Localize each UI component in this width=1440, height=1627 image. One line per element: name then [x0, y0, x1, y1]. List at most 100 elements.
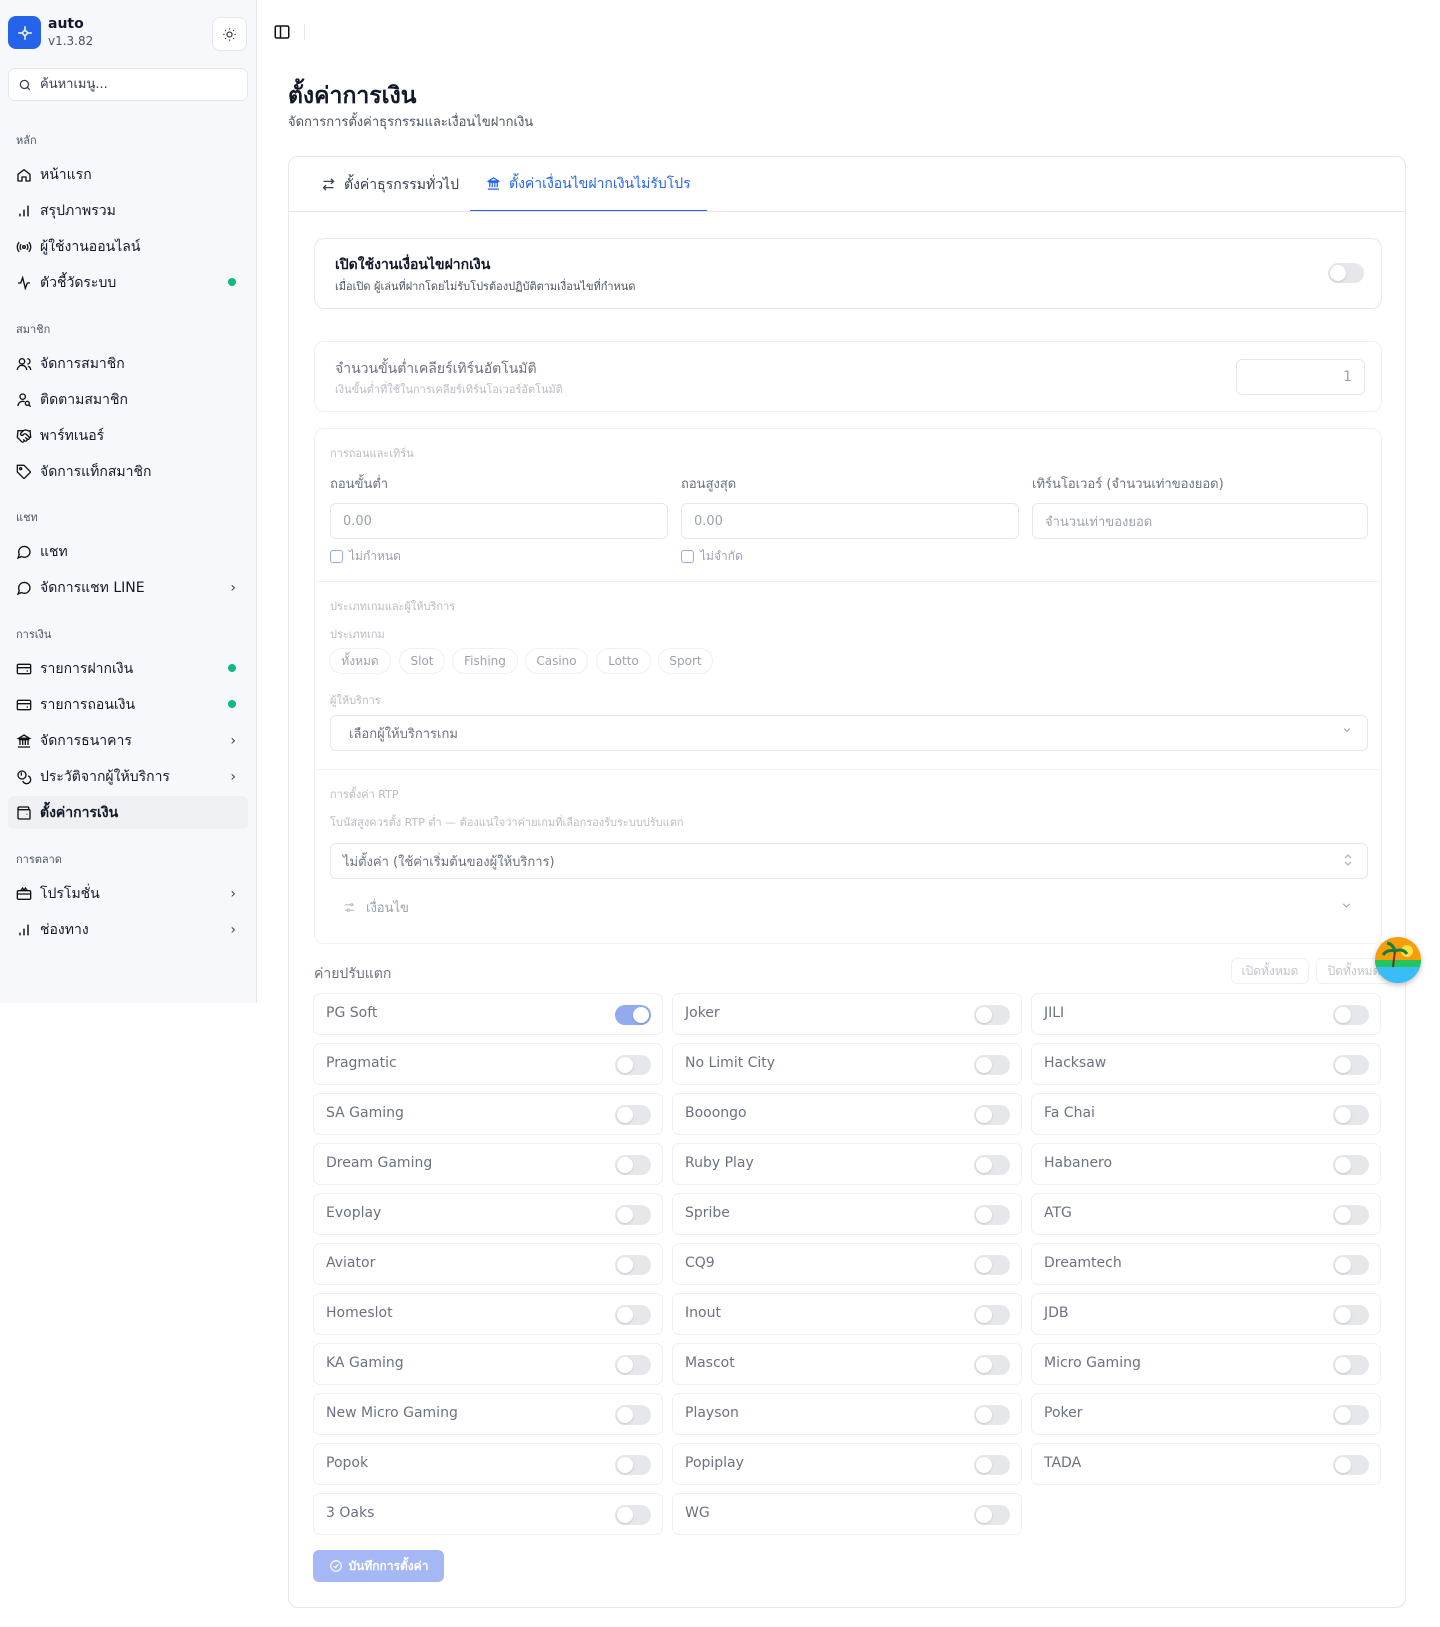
min-clear-input[interactable]: 1	[1236, 359, 1365, 395]
provider-toggle[interactable]	[615, 1155, 651, 1175]
sidebar-toggle-button[interactable]	[272, 22, 292, 42]
sidebar-item-withdrawals[interactable]: รายการถอนเงิน	[8, 688, 248, 721]
no-min-checkbox[interactable]: ไม่กำหนด	[330, 547, 401, 566]
sidebar-item-provider-history[interactable]: ประวัติจากผู้ให้บริการ ›	[8, 760, 248, 793]
provider-toggle[interactable]	[1333, 1405, 1369, 1425]
sidebar-item-home[interactable]: หน้าแรก	[8, 158, 248, 191]
provider-toggle[interactable]	[974, 1455, 1010, 1475]
provider-row: Evoplay	[313, 1193, 663, 1235]
min-withdraw-input[interactable]: 0.00	[330, 503, 668, 539]
sidebar-item-label: จัดการธนาคาร	[40, 732, 132, 749]
provider-toggle[interactable]	[974, 1155, 1010, 1175]
provider-toggle[interactable]	[974, 1305, 1010, 1325]
sidebar-item-online-users[interactable]: ผู้ใช้งานออนไลน์	[8, 230, 248, 263]
section-title-finance: การเงิน	[16, 628, 52, 641]
divider	[315, 769, 1381, 770]
sidebar-item-track-members[interactable]: ติดตามสมาชิก	[8, 383, 248, 416]
game-type-pill[interactable]: Casino	[525, 648, 588, 674]
provider-select-value: เลือกผู้ให้บริการเกม	[349, 726, 458, 742]
sidebar-item-overview[interactable]: สรุปภาพรวม	[8, 194, 248, 227]
provider-toggle[interactable]	[974, 1105, 1010, 1125]
sidebar-item-system-metrics[interactable]: ตัวชี้วัดระบบ	[8, 266, 248, 299]
turnover-input[interactable]: จำนวนเท่าของยอด	[1032, 503, 1368, 539]
sidebar-item-label: ตัวชี้วัดระบบ	[40, 274, 117, 291]
provider-toggle[interactable]	[974, 1205, 1010, 1225]
enable-conditions-toggle[interactable]	[1328, 263, 1364, 283]
provider-toggle[interactable]	[615, 1405, 651, 1425]
brand[interactable]: auto v1.3.82	[8, 16, 93, 49]
chevron-down-icon	[1341, 724, 1353, 740]
sidebar-item-channels[interactable]: ช่องทาง ›	[8, 913, 248, 946]
game-type-pill[interactable]: Fishing	[452, 648, 518, 674]
sidebar-item-deposits[interactable]: รายการฝากเงิน	[8, 652, 248, 685]
provider-name: Mascot	[685, 1355, 735, 1371]
floating-avatar-button[interactable]	[1375, 937, 1421, 983]
save-settings-button[interactable]: บันทึกการตั้งค่า	[313, 1550, 444, 1582]
provider-toggle[interactable]	[974, 1405, 1010, 1425]
settings-card: ตั้งค่าธุรกรรมทั่วไป ตั้งค่าเงื่อนไขฝากเ…	[288, 156, 1406, 1608]
sidebar-item-label: จัดการแชท LINE	[40, 579, 145, 596]
max-withdraw-input[interactable]: 0.00	[681, 503, 1019, 539]
game-type-pill[interactable]: Sport	[658, 648, 713, 674]
conditions-expander[interactable]: เงื่อนไข	[343, 897, 1353, 918]
provider-toggle[interactable]	[1333, 1005, 1369, 1025]
provider-toggle[interactable]	[615, 1105, 651, 1125]
provider-toggle[interactable]	[615, 1355, 651, 1375]
sidebar-item-promotions[interactable]: โปรโมชั่น ›	[8, 877, 248, 910]
provider-toggle[interactable]	[1333, 1305, 1369, 1325]
game-type-pill[interactable]: ทั้งหมด	[329, 648, 391, 674]
game-type-pill[interactable]: Lotto	[596, 648, 651, 674]
provider-toggle[interactable]	[615, 1505, 651, 1525]
provider-toggle[interactable]	[974, 1005, 1010, 1025]
sidebar-item-label: ประวัติจากผู้ให้บริการ	[40, 768, 170, 785]
provider-toggle[interactable]	[1333, 1355, 1369, 1375]
no-max-checkbox[interactable]: ไม่จำกัด	[681, 547, 743, 566]
theme-toggle-button[interactable]	[212, 17, 247, 51]
sidebar-item-line-chat[interactable]: จัดการแชท LINE ›	[8, 571, 248, 604]
provider-row: Hacksaw	[1031, 1043, 1381, 1085]
sidebar-item-label: ช่องทาง	[40, 921, 89, 938]
rtp-select[interactable]: ไม่ตั้งค่า (ใช้ค่าเริ่มต้นของผู้ให้บริกา…	[330, 843, 1368, 879]
provider-name: Spribe	[685, 1205, 730, 1221]
sidebar-item-label: รายการฝากเงิน	[40, 660, 134, 677]
sidebar-item-banks[interactable]: จัดการธนาคาร ›	[8, 724, 248, 757]
provider-toggle[interactable]	[1333, 1055, 1369, 1075]
provider-toggle[interactable]	[615, 1205, 651, 1225]
sidebar-item-member-tags[interactable]: จัดการแท็กสมาชิก	[8, 455, 248, 488]
provider-toggle[interactable]	[974, 1505, 1010, 1525]
provider-row: Popok	[313, 1443, 663, 1485]
provider-toggle[interactable]	[615, 1455, 651, 1475]
provider-toggle[interactable]	[615, 1255, 651, 1275]
provider-toggle[interactable]	[615, 1055, 651, 1075]
provider-toggle[interactable]	[1333, 1455, 1369, 1475]
provider-toggle[interactable]	[1333, 1255, 1369, 1275]
menu-search[interactable]	[8, 68, 248, 101]
provider-row: Ruby Play	[672, 1143, 1022, 1185]
provider-toggle[interactable]	[974, 1055, 1010, 1075]
provider-toggle[interactable]	[1333, 1105, 1369, 1125]
provider-name: Popiplay	[685, 1455, 744, 1471]
search-input[interactable]	[40, 77, 230, 92]
provider-name: KA Gaming	[326, 1355, 404, 1371]
sidebar-item-manage-members[interactable]: จัดการสมาชิก	[8, 347, 248, 380]
enable-all-button[interactable]: เปิดทั้งหมด	[1231, 958, 1309, 984]
tab-general-transactions[interactable]: ตั้งค่าธุรกรรมทั่วไป	[321, 157, 459, 212]
provider-toggle[interactable]	[974, 1355, 1010, 1375]
provider-select[interactable]: เลือกผู้ให้บริการเกม	[330, 715, 1368, 751]
sidebar-item-finance-settings[interactable]: ตั้งค่าการเงิน	[8, 796, 248, 829]
game-type-pill[interactable]: Slot	[399, 648, 445, 674]
sidebar-item-partners[interactable]: พาร์ทเนอร์	[8, 419, 248, 452]
sidebar-item-chat[interactable]: แชท	[8, 535, 248, 568]
provider-toggle[interactable]	[974, 1255, 1010, 1275]
tab-deposit-conditions[interactable]: ตั้งค่าเงื่อนไขฝากเงินไม่รับโปร	[470, 157, 707, 212]
provider-toggle[interactable]	[615, 1305, 651, 1325]
provider-toggle[interactable]	[1333, 1155, 1369, 1175]
sliders-icon	[343, 901, 356, 914]
provider-toggle[interactable]	[1333, 1205, 1369, 1225]
provider-toggle[interactable]	[615, 1005, 651, 1025]
provider-name: Poker	[1044, 1405, 1083, 1421]
enable-title: เปิดใช้งานเงื่อนไขฝากเงิน	[335, 257, 491, 273]
provider-row: Habanero	[1031, 1143, 1381, 1185]
bank-icon	[486, 176, 501, 191]
sidebar-item-label: แชท	[40, 543, 68, 560]
